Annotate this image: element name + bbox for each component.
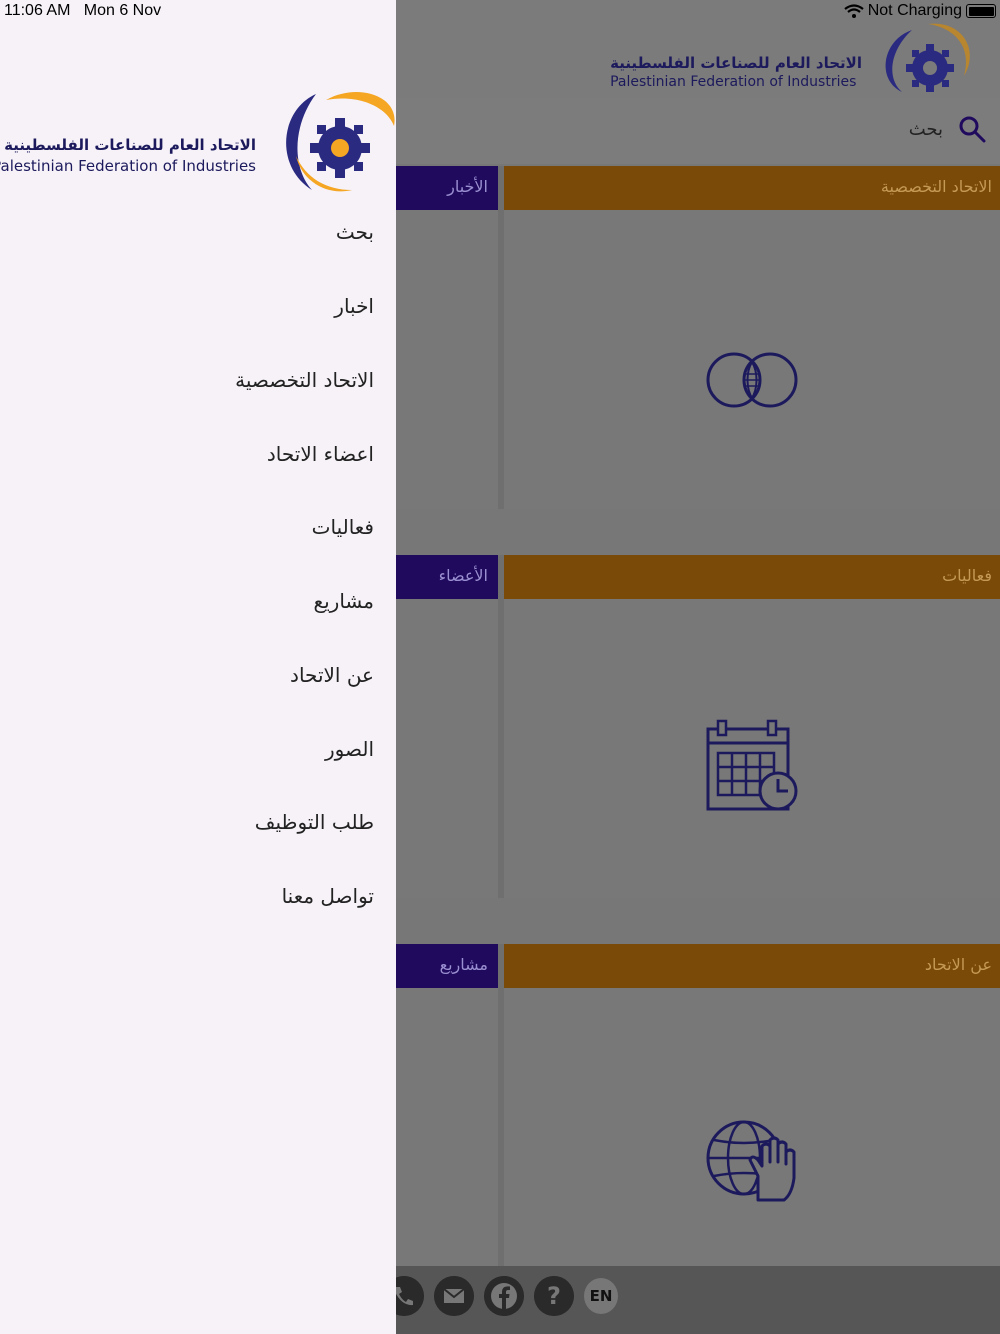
status-date: Mon 6 Nov xyxy=(83,2,162,19)
status-time: 11:06 AM xyxy=(4,2,71,19)
tile-about-body[interactable] xyxy=(504,988,1000,1266)
search-label: بحث xyxy=(908,119,943,140)
language-toggle[interactable]: EN xyxy=(584,1278,618,1314)
venn-circles-icon xyxy=(706,352,798,408)
tile-members[interactable]: الأعضاء xyxy=(396,555,498,599)
brand-name-en: Palestinian Federation of Industries xyxy=(610,74,857,90)
header-brand-text: الاتحاد العام للصناعات الفلسطينية Palest… xyxy=(610,54,862,90)
menu-item-contact[interactable]: تواصل معنا xyxy=(282,884,374,908)
tile-events-body[interactable] xyxy=(504,599,1000,898)
tile-events-label: فعاليات xyxy=(942,566,992,585)
menu-item-jobs[interactable]: طلب التوظيف xyxy=(255,810,374,834)
tile-news-label: الأخبار xyxy=(447,177,488,196)
pfi-logo-icon xyxy=(286,92,395,192)
tile-unions-label: الاتحاد التخصصية xyxy=(880,177,992,196)
tile-about[interactable]: عن الاتحاد xyxy=(504,944,1000,988)
tile-members-body[interactable] xyxy=(396,599,498,898)
menu-item-events[interactable]: فعاليات xyxy=(312,515,374,539)
side-drawer: الاتحاد العام للصناعات الفلسطينية Palest… xyxy=(0,0,396,1334)
tile-projects[interactable]: مشاريع xyxy=(396,944,498,988)
brand-name-en: Palestinian Federation of Industries xyxy=(0,157,256,175)
help-icon[interactable]: ? xyxy=(534,1276,574,1316)
pfi-logo-icon xyxy=(885,23,970,92)
menu-item-unions[interactable]: الاتحاد التخصصية xyxy=(235,368,374,392)
tile-about-label: عن الاتحاد xyxy=(924,955,992,974)
menu-item-news[interactable]: اخبار xyxy=(334,294,374,318)
tile-projects-label: مشاريع xyxy=(439,955,488,974)
menu-item-projects[interactable]: مشاريع xyxy=(313,589,374,613)
menu-item-about[interactable]: عن الاتحاد xyxy=(290,663,374,687)
tile-events[interactable]: فعاليات xyxy=(504,555,1000,599)
menu-item-search[interactable]: بحث xyxy=(336,220,374,244)
search-icon[interactable] xyxy=(958,115,986,143)
tile-projects-body[interactable] xyxy=(396,988,498,1266)
drawer-brand-text: الاتحاد العام للصناعات الفلسطينية Palest… xyxy=(0,136,256,175)
brand-name-ar: الاتحاد العام للصناعات الفلسطينية xyxy=(610,54,862,72)
calendar-clock-icon xyxy=(706,719,798,811)
status-bar-right: Not Charging xyxy=(844,2,996,20)
facebook-icon[interactable] xyxy=(484,1276,524,1316)
wifi-icon xyxy=(844,4,864,18)
tile-members-label: الأعضاء xyxy=(438,566,488,585)
menu-item-members[interactable]: اعضاء الاتحاد xyxy=(267,442,374,466)
svg-text:?: ? xyxy=(547,1282,561,1310)
tile-news[interactable]: الأخبار xyxy=(396,166,498,210)
tile-unions-body[interactable] xyxy=(504,210,1000,509)
tile-unions[interactable]: الاتحاد التخصصية xyxy=(504,166,1000,210)
status-bar-clock: 11:06 AM Mon 6 Nov xyxy=(4,2,161,20)
globe-hand-icon xyxy=(706,1120,796,1202)
charging-status: Not Charging xyxy=(867,2,962,19)
battery-icon xyxy=(966,4,996,18)
tile-news-body[interactable] xyxy=(396,210,498,509)
mail-icon[interactable] xyxy=(434,1276,474,1316)
brand-name-ar: الاتحاد العام للصناعات الفلسطينية xyxy=(4,136,256,154)
menu-item-photos[interactable]: الصور xyxy=(325,737,374,761)
